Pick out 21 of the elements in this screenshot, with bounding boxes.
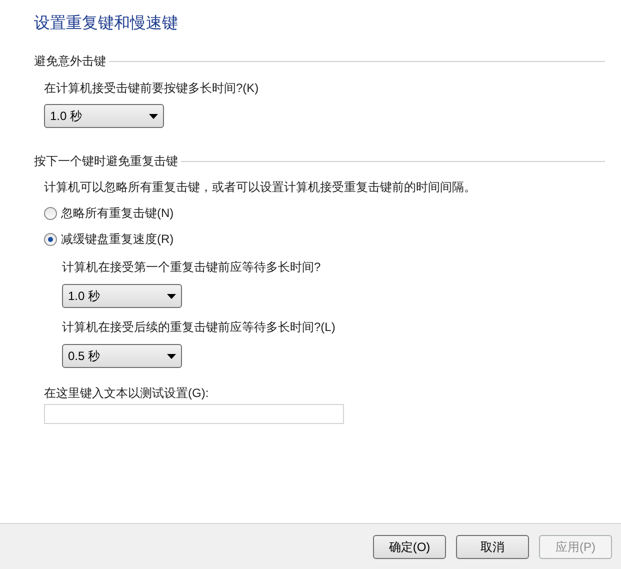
radio-button[interactable] [44,206,57,220]
dialog-button[interactable]: 取消 [456,534,529,558]
radio-option[interactable]: 忽略所有重复击键(N) [44,204,174,222]
dropdown[interactable]: 1.0 秒 [62,284,182,308]
radio-button[interactable] [44,232,57,246]
question-label: 计算机在接受第一个重复击键前应等待多长时间? [62,259,321,276]
section-heading: 按下一个键时避免重复击键 [34,153,178,170]
description-text: 计算机可以忽略所有重复击键，或者可以设置计算机接受重复击键前的时间间隔。 [44,179,476,196]
question-label: 在计算机接受击键前要按键多长时间?(K) [44,80,259,97]
page-title: 设置重复键和慢速键 [34,14,178,34]
dropdown[interactable]: 0.5 秒 [62,344,182,368]
caret-icon [167,354,176,358]
caret-icon [149,114,158,118]
radio-option[interactable]: 减缓键盘重复速度(R) [44,230,174,248]
dialog-button[interactable]: 确定(O) [373,534,446,558]
caret-icon [167,294,176,298]
test-field-label: 在这里键入文本以测试设置(G): [44,385,209,402]
section-heading: 避免意外击键 [34,53,106,70]
test-input-field[interactable] [44,404,344,424]
question-label: 计算机在接受后续的重复击键前应等待多长时间?(L) [62,319,336,336]
dropdown[interactable]: 1.0 秒 [44,104,164,128]
